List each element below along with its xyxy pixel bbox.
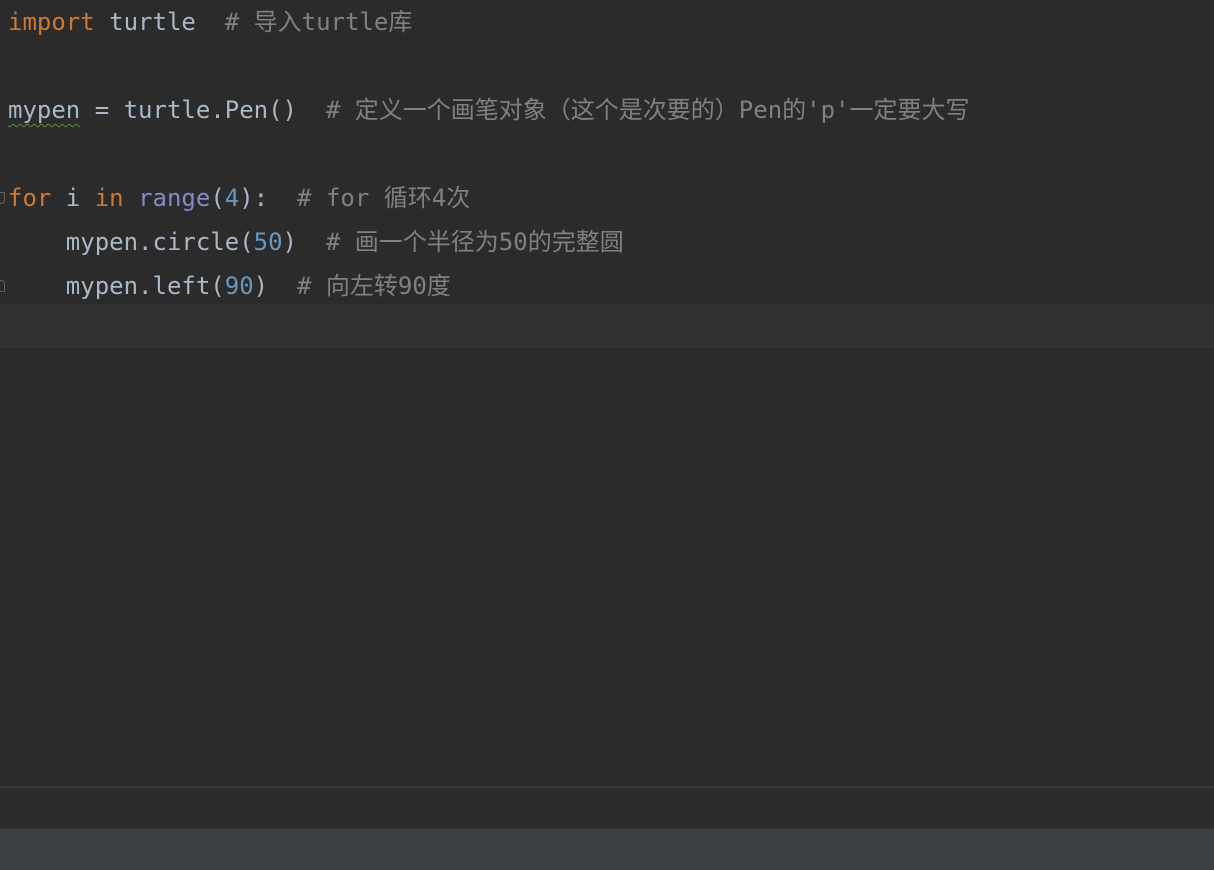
loop-variable: i (51, 184, 95, 212)
code-line-1[interactable]: import turtle # 导入turtle库 (0, 0, 1214, 44)
code-line-3[interactable]: mypen = turtle.Pen() # 定义一个画笔对象（这个是次要的）P… (0, 88, 1214, 132)
status-bar (0, 828, 1214, 870)
circle-argument: 50 (253, 228, 283, 256)
current-line-highlight[interactable] (0, 304, 1214, 348)
close-paren: ) (253, 272, 269, 300)
bottom-panel (0, 788, 1214, 828)
keyword-import: import (8, 8, 95, 36)
left-call: mypen.left( (65, 272, 225, 300)
code-line-5[interactable]: for i in range(4): # for 循环4次 (0, 176, 1214, 220)
close-paren-colon: ): (239, 184, 269, 212)
assign-operator: = (80, 96, 124, 124)
keyword-in: in (94, 184, 124, 212)
code-line-2[interactable] (0, 44, 1214, 88)
left-argument: 90 (224, 272, 254, 300)
circle-call: mypen.circle( (65, 228, 254, 256)
code-editor[interactable]: import turtle # 导入turtle库 mypen = turtle… (0, 0, 1214, 786)
builtin-range: range (138, 184, 211, 212)
range-argument: 4 (224, 184, 240, 212)
code-line-4[interactable] (0, 132, 1214, 176)
comment-line-3: # 定义一个画笔对象（这个是次要的）Pen的'p'一定要大写 (325, 96, 970, 124)
module-name: turtle (109, 8, 196, 36)
code-line-6[interactable]: mypen.circle(50) # 画一个半径为50的完整圆 (0, 220, 1214, 264)
code-line-7[interactable]: mypen.left(90) # 向左转90度 (0, 264, 1214, 308)
open-paren: ( (210, 184, 225, 212)
comment-line-6: # 画一个半径为50的完整圆 (325, 228, 624, 256)
pen-constructor-call: turtle.Pen() (123, 96, 297, 124)
comment-line-1: # 导入turtle库 (224, 8, 413, 36)
comment-line-5: # for 循环4次 (297, 184, 471, 212)
comment-line-7: # 向左转90度 (297, 272, 451, 300)
variable-mypen: mypen (8, 96, 81, 124)
keyword-for: for (8, 184, 52, 212)
close-paren: ) (282, 228, 297, 256)
fold-open-icon[interactable] (0, 192, 5, 204)
fold-close-icon[interactable] (0, 280, 5, 292)
